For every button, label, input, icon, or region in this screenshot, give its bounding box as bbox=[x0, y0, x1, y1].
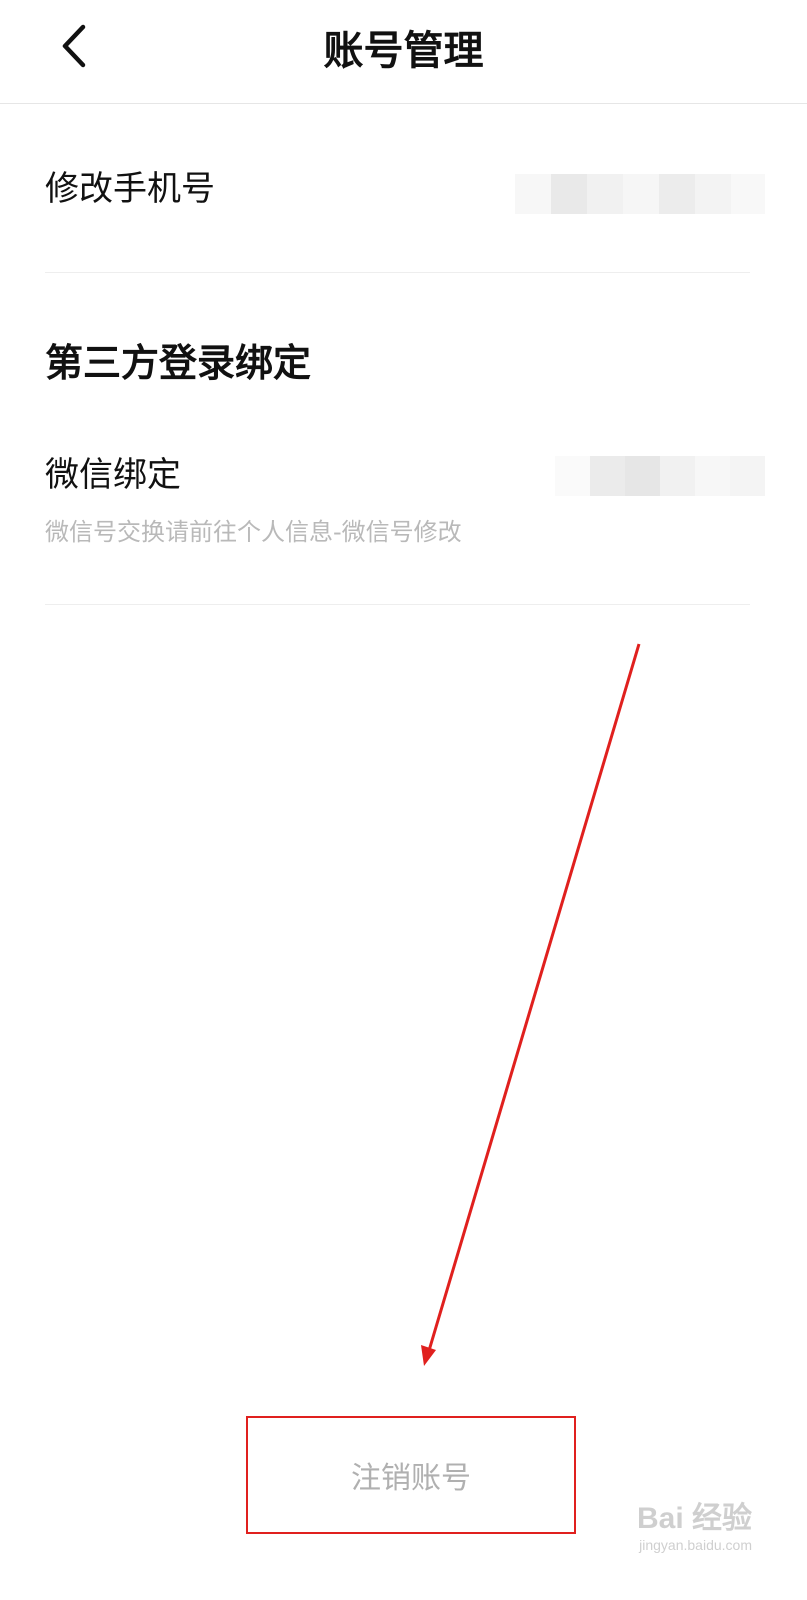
change-phone-row[interactable]: 修改手机号 bbox=[45, 160, 765, 230]
nav-header: 账号管理 bbox=[0, 0, 807, 104]
watermark-brand: Bai 经验 bbox=[636, 1502, 752, 1535]
wechat-binding-row[interactable]: 微信绑定 微信号交换请前往个人信息-微信号修改 bbox=[45, 446, 765, 566]
page-title: 账号管理 bbox=[323, 28, 484, 74]
annotation-arrow bbox=[421, 643, 641, 1366]
wechat-binding-hint: 微信号交换请前往个人信息-微信号修改 bbox=[45, 518, 462, 546]
section-title: 第三方登录绑定 bbox=[45, 341, 312, 385]
phone-value-pixelated bbox=[515, 174, 765, 214]
deactivate-account-label: 注销账号 bbox=[351, 1461, 471, 1496]
deactivate-account-button[interactable]: 注销账号 bbox=[246, 1416, 576, 1534]
divider bbox=[45, 272, 750, 273]
baidu-jingyan-watermark: Bai 经验 jingyan.baidu.com bbox=[637, 1502, 752, 1554]
account-management-page: 账号管理 修改手机号 第三方登录绑定 微信绑定 微信号交换请前往个人信息-微信号… bbox=[0, 0, 807, 1600]
divider bbox=[45, 604, 750, 605]
watermark-url: jingyan.baidu.com bbox=[639, 1537, 752, 1553]
wechat-value-pixelated bbox=[555, 456, 765, 496]
